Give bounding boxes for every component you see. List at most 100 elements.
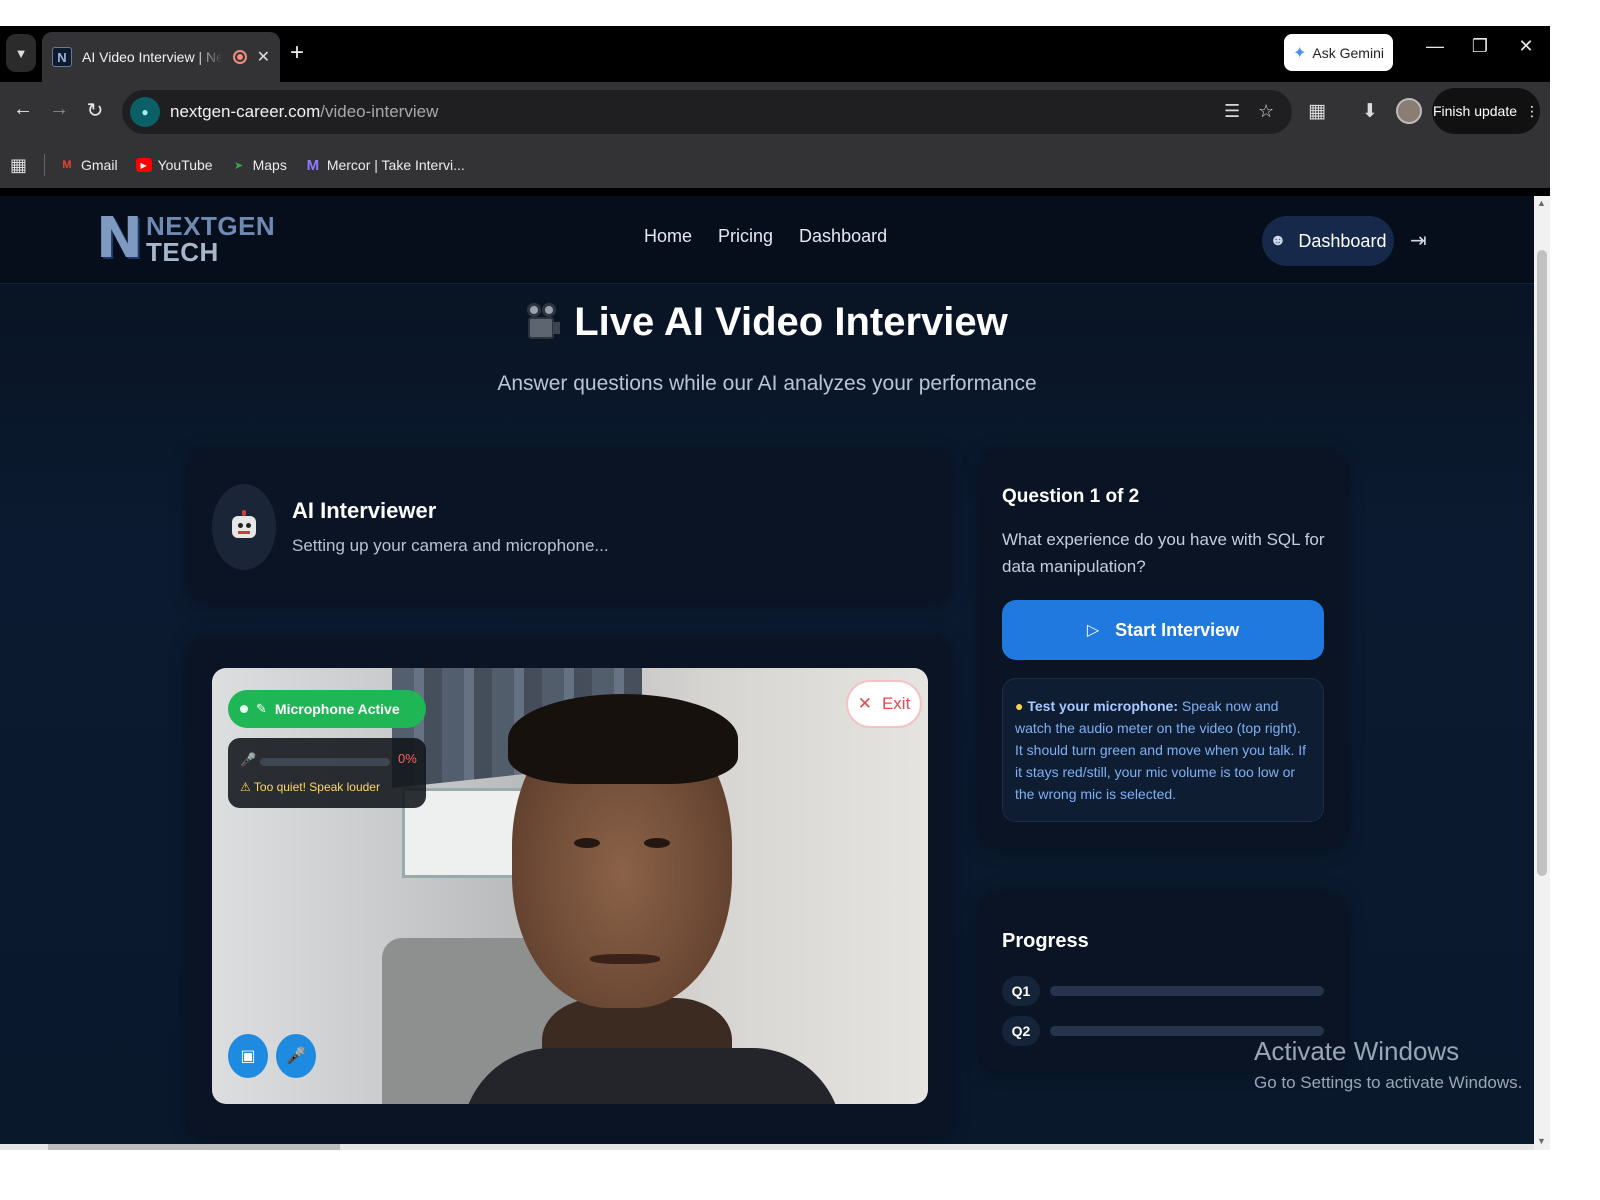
- bookmarks-divider: [44, 154, 45, 176]
- profile-avatar[interactable]: [1396, 98, 1422, 124]
- status-dot-icon: [240, 705, 248, 713]
- bookmark-label: Gmail: [81, 157, 118, 173]
- finish-update-button[interactable]: Finish update ⋮: [1432, 88, 1540, 134]
- video-card: ✎ Microphone Active 🎤 0% ⚠ Too quiet! Sp…: [188, 636, 952, 1136]
- apps-grid-icon[interactable]: ▦: [10, 155, 32, 176]
- bookmark-star-icon[interactable]: ☆: [1258, 101, 1274, 122]
- bookmark-gmail[interactable]: M Gmail: [59, 157, 118, 173]
- bookmarks-bar: ▦ M Gmail ▶ YouTube ➤ Maps M Mercor | Take I…: [0, 142, 1550, 188]
- person-eye: [644, 838, 670, 848]
- lightbulb-icon: ●: [1015, 698, 1024, 714]
- progress-badge: Q1: [1002, 976, 1040, 1006]
- movie-camera-icon: [526, 302, 561, 343]
- close-icon: ✕: [857, 694, 872, 713]
- tab-search-button[interactable]: ▼: [6, 34, 36, 72]
- maps-icon: ➤: [233, 159, 244, 172]
- back-arrow-icon[interactable]: ←: [10, 98, 36, 121]
- horizontal-scrollbar-thumb[interactable]: [48, 1144, 340, 1150]
- url-text[interactable]: nextgen-career.com/video-interview: [170, 102, 438, 122]
- tab-title: AI Video Interview | NextGen Tech: [82, 49, 223, 65]
- progress-row-q1: Q1: [1002, 976, 1324, 1006]
- finish-update-label: Finish update: [1432, 103, 1518, 119]
- robot-icon: [230, 510, 258, 542]
- recording-indicator-icon: [232, 50, 247, 64]
- audio-meter-percent: 0%: [398, 751, 417, 766]
- microphone-toggle-button[interactable]: 🎤: [276, 1034, 316, 1078]
- url-path: /video-interview: [320, 102, 439, 121]
- ask-gemini-button[interactable]: ✦ Ask Gemini: [1284, 34, 1393, 71]
- site-header: N NEXTGEN TECH Home Pricing Dashboard ☻ …: [0, 196, 1534, 284]
- audio-meter-track: [260, 758, 390, 766]
- nav-home[interactable]: Home: [644, 226, 692, 247]
- logo-mark-icon: N: [96, 206, 143, 271]
- close-tab-icon[interactable]: ✕: [257, 47, 270, 67]
- address-bar[interactable]: ● nextgen-career.com/video-interview ☰ ☆: [122, 90, 1292, 134]
- ask-gemini-label: Ask Gemini: [1312, 44, 1384, 61]
- gmail-icon: M: [62, 159, 72, 171]
- nextgen-logo[interactable]: N NEXTGEN TECH: [96, 206, 275, 271]
- dashboard-button-label: Dashboard: [1298, 230, 1387, 251]
- bookmark-label: Mercor | Take Intervi...: [326, 157, 465, 173]
- start-interview-button[interactable]: ▷ Start Interview: [1002, 600, 1324, 660]
- nav-dashboard[interactable]: Dashboard: [799, 226, 887, 247]
- dashboard-button[interactable]: ☻ Dashboard: [1262, 216, 1394, 266]
- new-tab-button[interactable]: +: [286, 38, 308, 68]
- microphone-status-label: Microphone Active: [274, 701, 400, 717]
- browser-tab-active[interactable]: N AI Video Interview | NextGen Tech ✕: [42, 32, 280, 82]
- scrollbar-thumb[interactable]: [1537, 250, 1547, 876]
- forward-arrow-icon[interactable]: →: [46, 98, 72, 121]
- site-info-camera-icon[interactable]: ●: [130, 97, 160, 127]
- youtube-icon: ▶: [135, 158, 152, 172]
- minimize-icon[interactable]: —: [1420, 36, 1450, 57]
- progress-title: Progress: [1002, 930, 1089, 952]
- ai-interviewer-card: AI Interviewer Setting up your camera an…: [188, 450, 952, 602]
- reload-icon[interactable]: ↻: [82, 98, 108, 123]
- person-eye: [574, 838, 600, 848]
- restore-icon[interactable]: ❐: [1465, 36, 1495, 57]
- download-icon[interactable]: ⬇: [1362, 100, 1378, 123]
- scroll-up-arrow-icon[interactable]: ▲: [1537, 198, 1546, 208]
- extensions-icon[interactable]: ▦: [1308, 100, 1326, 123]
- scroll-down-arrow-icon[interactable]: ▼: [1537, 1136, 1546, 1146]
- horizontal-scrollbar[interactable]: [0, 1144, 1534, 1150]
- person-shirt: [462, 1048, 842, 1104]
- warning-icon: ⚠: [240, 780, 251, 794]
- user-icon: ☻: [1269, 232, 1287, 249]
- video-camera-icon: ▣: [240, 1048, 256, 1065]
- person-mouth: [590, 954, 660, 964]
- url-domain: nextgen-career.com: [170, 102, 321, 121]
- translate-icon[interactable]: ☰: [1224, 101, 1240, 122]
- close-window-icon[interactable]: ✕: [1511, 36, 1541, 57]
- more-vertical-icon: ⋮: [1525, 102, 1540, 119]
- page-title: Live AI Video Interview: [0, 300, 1534, 345]
- bookmark-mercor[interactable]: M Mercor | Take Intervi...: [305, 157, 465, 174]
- bookmark-maps[interactable]: ➤ Maps: [231, 157, 287, 173]
- logo-text: NEXTGEN TECH: [146, 213, 275, 265]
- bookmark-label: Maps: [252, 157, 287, 173]
- bookmark-youtube[interactable]: ▶ YouTube: [135, 157, 213, 173]
- progress-track: [1050, 986, 1324, 996]
- microphone-tip: ● Test your microphone: Speak now and wa…: [1002, 678, 1324, 822]
- question-counter: Question 1 of 2: [1002, 486, 1140, 507]
- nav-pricing[interactable]: Pricing: [718, 226, 773, 247]
- warning-text: Too quiet! Speak louder: [253, 780, 380, 794]
- watermark-line1: Activate Windows: [1254, 1036, 1460, 1066]
- vertical-scrollbar[interactable]: ▲ ▼: [1534, 196, 1550, 1150]
- start-interview-label: Start Interview: [1115, 619, 1240, 640]
- progress-badge: Q2: [1002, 1016, 1040, 1046]
- interviewer-status: Setting up your camera and microphone...: [292, 536, 609, 555]
- exit-button[interactable]: ✕ Exit: [846, 680, 922, 728]
- logout-icon[interactable]: ⇥: [1410, 228, 1427, 253]
- question-card: Question 1 of 2 What experience do you h…: [980, 450, 1346, 848]
- camera-toggle-button[interactable]: ▣: [228, 1034, 268, 1078]
- chevron-down-icon: ▼: [14, 45, 28, 61]
- logo-line2: TECH: [146, 237, 219, 267]
- watermark-line2: Go to Settings to activate Windows.: [1254, 1073, 1523, 1092]
- tab-strip: ▼ N AI Video Interview | NextGen Tech ✕ …: [0, 26, 1550, 82]
- gemini-spark-icon: ✦: [1293, 44, 1307, 62]
- page-title-text: Live AI Video Interview: [574, 300, 1008, 344]
- audio-meter: 🎤 0% ⚠ Too quiet! Speak louder: [228, 738, 426, 808]
- camera-feed: ✎ Microphone Active 🎤 0% ⚠ Too quiet! Sp…: [212, 668, 928, 1104]
- logo-line1: NEXTGEN: [146, 211, 276, 241]
- person-hair: [508, 694, 738, 784]
